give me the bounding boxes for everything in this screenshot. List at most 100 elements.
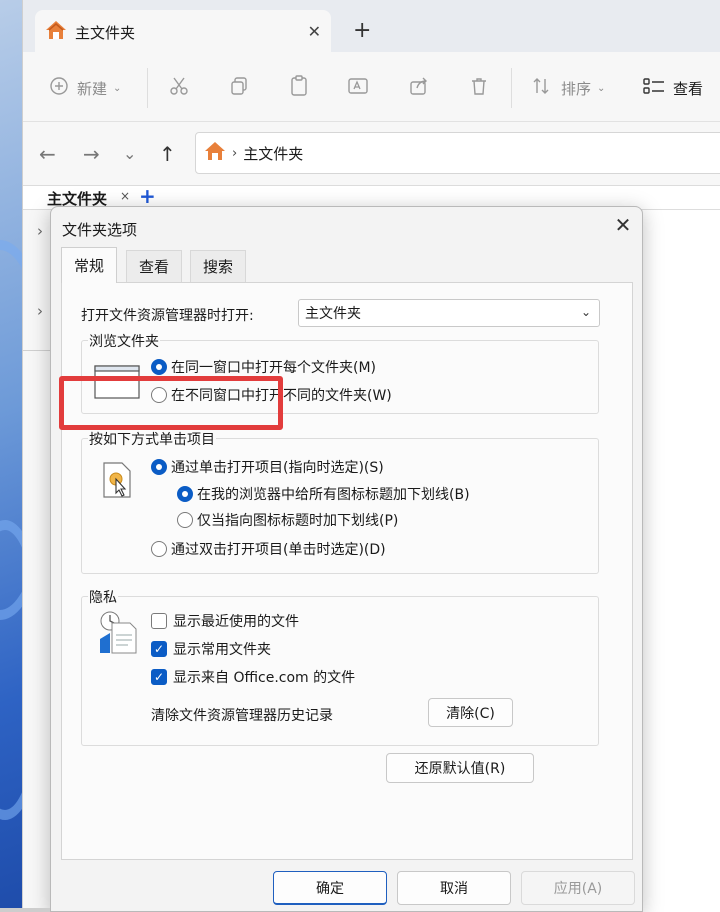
apply-button[interactable]: 应用(A) [521, 871, 635, 905]
double-click-radio[interactable]: 通过双击打开项目(单击时选定)(D) [151, 539, 386, 559]
delete-button[interactable] [469, 76, 489, 100]
new-window-radio[interactable]: 在不同窗口中打开不同的文件夹(W) [151, 385, 392, 405]
rename-icon [347, 76, 369, 100]
open-with-select[interactable]: 主文件夹 ⌄ [298, 299, 600, 327]
dialog-title: 文件夹选项 [62, 221, 138, 239]
home-icon [204, 141, 226, 165]
recent-locations-chevron-icon[interactable]: ⌄ [123, 142, 136, 166]
underline-all-radio[interactable]: 在我的浏览器中给所有图标标题加下划线(B) [177, 484, 470, 504]
plus-circle-icon [49, 76, 69, 100]
tab-home-folder[interactable]: 主文件夹 ✕ [35, 10, 331, 54]
new-tab-button[interactable]: + [353, 20, 371, 42]
new-button-label: 新建 [77, 79, 108, 98]
checkmark-icon: ✓ [151, 669, 167, 685]
privacy-title: 隐私 [88, 587, 118, 607]
underline-all-label: 在我的浏览器中给所有图标标题加下划线(B) [197, 487, 470, 503]
close-icon[interactable]: ✕ [611, 213, 635, 237]
view-list-icon [643, 76, 665, 100]
show-office-label: 显示来自 Office.com 的文件 [173, 670, 356, 686]
ok-button[interactable]: 确定 [273, 871, 387, 905]
folder-options-dialog: 文件夹选项 ✕ 常规 查看 搜索 打开文件资源管理器时打开: 主文件夹 ⌄ 浏览… [50, 206, 643, 912]
share-icon [409, 76, 429, 100]
checkmark-icon: ✓ [151, 641, 167, 657]
new-window-label: 在不同窗口中打开不同的文件夹(W) [171, 388, 392, 404]
show-frequent-label: 显示常用文件夹 [173, 642, 271, 658]
tab-label: 主文件夹 [75, 23, 136, 42]
cancel-button[interactable]: 取消 [397, 871, 511, 905]
radio-dot [177, 512, 193, 528]
double-click-label: 通过双击打开项目(单击时选定)(D) [171, 542, 386, 558]
show-recent-checkbox[interactable]: 显示最近使用的文件 [151, 611, 299, 631]
radio-dot [151, 387, 167, 403]
open-with-value: 主文件夹 [305, 306, 361, 322]
sort-button[interactable]: 排序 ⌄ [531, 76, 605, 100]
restore-defaults-button[interactable]: 还原默认值(R) [386, 753, 534, 783]
tab-search[interactable]: 搜索 [190, 250, 247, 282]
radio-dot [151, 459, 167, 475]
underline-point-radio[interactable]: 仅当指向图标标题时加下划线(P) [177, 510, 398, 530]
toolbar-divider [147, 68, 148, 108]
command-toolbar: 新建 ⌄ 排序 ⌄ 查看 [23, 52, 720, 122]
navigation-pane: › › [23, 210, 51, 912]
view-button-label: 查看 [673, 79, 704, 98]
click-items-title: 按如下方式单击项目 [88, 429, 216, 449]
same-window-label: 在同一窗口中打开每个文件夹(M) [171, 360, 377, 376]
sort-icon [531, 76, 551, 100]
single-click-label: 通过单击打开项目(指向时选定)(S) [171, 460, 384, 476]
forward-arrow-icon[interactable]: → [83, 142, 100, 166]
copy-button[interactable] [229, 76, 249, 100]
scissors-icon [169, 76, 189, 100]
radio-dot [151, 541, 167, 557]
new-button[interactable]: 新建 ⌄ [49, 76, 121, 100]
close-tab-icon[interactable]: ✕ [308, 22, 321, 41]
trash-icon [469, 76, 489, 100]
rename-button[interactable] [347, 76, 369, 100]
breadcrumb-home-folder[interactable]: 主文件夹 [243, 143, 303, 164]
checkbox-box [151, 613, 167, 629]
show-office-checkbox[interactable]: ✓ 显示来自 Office.com 的文件 [151, 667, 355, 687]
click-items-group: 按如下方式单击项目 通过单击打开项目(指向时选定)(S) 在我的浏览器中给所有图… [81, 429, 599, 574]
radio-dot [177, 486, 193, 502]
clear-history-button[interactable]: 清除(C) [428, 698, 513, 727]
address-bar[interactable]: › 主文件夹 [195, 132, 720, 174]
copy-icon [229, 76, 249, 100]
up-arrow-icon[interactable]: ↑ [159, 142, 176, 166]
chevron-down-icon: ⌄ [580, 305, 591, 319]
home-icon [45, 20, 67, 44]
clear-history-label: 清除文件资源管理器历史记录 [151, 708, 333, 724]
show-frequent-checkbox[interactable]: ✓ 显示常用文件夹 [151, 639, 271, 659]
share-button[interactable] [409, 76, 429, 100]
chevron-down-icon: ⌄ [597, 82, 606, 94]
close-icon[interactable]: × [120, 189, 130, 203]
general-tab-panel: 打开文件资源管理器时打开: 主文件夹 ⌄ 浏览文件夹 在同一窗口中打开每个文件夹… [61, 282, 633, 860]
privacy-illustration-icon [98, 609, 138, 659]
window-illustration-icon [94, 365, 140, 403]
chevron-down-icon: ⌄ [113, 82, 122, 94]
sort-button-label: 排序 [561, 79, 592, 98]
click-pointer-illustration-icon [102, 461, 134, 505]
expand-chevron-icon[interactable]: › [37, 302, 43, 320]
toolbar-divider [511, 68, 512, 108]
expand-chevron-icon[interactable]: › [37, 222, 43, 240]
underline-point-label: 仅当指向图标标题时加下划线(P) [197, 513, 399, 529]
window-edge [0, 908, 50, 912]
open-with-label: 打开文件资源管理器时打开: [81, 308, 254, 324]
back-arrow-icon[interactable]: ← [39, 142, 56, 166]
tab-view[interactable]: 查看 [126, 250, 183, 282]
radio-dot [151, 359, 167, 375]
view-button[interactable]: 查看 [643, 76, 703, 100]
paste-button[interactable] [289, 75, 309, 101]
tab-general[interactable]: 常规 [61, 247, 118, 283]
same-window-radio[interactable]: 在同一窗口中打开每个文件夹(M) [151, 357, 376, 377]
add-tab-icon[interactable]: + [139, 184, 156, 208]
browse-folders-group: 浏览文件夹 在同一窗口中打开每个文件夹(M) 在不同窗口中打开不同的文件夹(W) [81, 331, 599, 414]
cut-button[interactable] [169, 76, 189, 100]
show-recent-label: 显示最近使用的文件 [173, 614, 299, 630]
clipboard-icon [289, 75, 309, 101]
navigation-bar: ← → ⌄ ↑ › 主文件夹 [23, 122, 720, 186]
pane-divider [23, 350, 51, 351]
browse-folders-title: 浏览文件夹 [88, 331, 160, 351]
single-click-radio[interactable]: 通过单击打开项目(指向时选定)(S) [151, 457, 384, 477]
privacy-group: 隐私 显示最近使用的文件 ✓ 显示常用文件夹 ✓ 显示来自 Office.com… [81, 587, 599, 746]
breadcrumb-chevron-icon: › [232, 145, 238, 161]
